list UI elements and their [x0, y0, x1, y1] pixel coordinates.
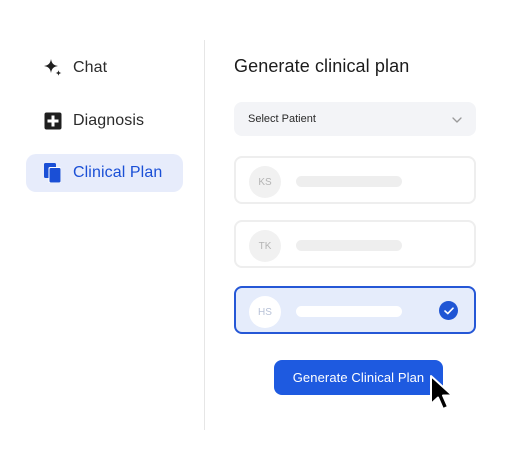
select-patient-dropdown[interactable]: Select Patient: [234, 102, 476, 136]
sidebar-item-clinical-plan[interactable]: Clinical Plan: [26, 154, 183, 192]
patient-card[interactable]: TK: [234, 220, 476, 268]
avatar: HS: [249, 296, 281, 328]
select-patient-label: Select Patient: [248, 113, 316, 125]
sidebar-divider: [204, 40, 205, 430]
chevron-down-icon: [452, 110, 462, 128]
copy-documents-icon: [42, 162, 64, 184]
sparkle-icon: [42, 57, 64, 79]
sidebar-item-label: Clinical Plan: [73, 164, 163, 181]
sidebar-item-label: Diagnosis: [73, 112, 145, 129]
avatar: TK: [249, 230, 281, 262]
sidebar-item-label: Chat: [73, 59, 108, 76]
patient-card-selected[interactable]: HS: [234, 286, 476, 334]
sidebar-item-diagnosis[interactable]: Diagnosis: [26, 102, 183, 140]
avatar: KS: [249, 166, 281, 198]
placeholder-bar: [296, 240, 402, 251]
sidebar: Chat Diagnosis Clinical Plan: [0, 0, 205, 455]
page-title: Generate clinical plan: [234, 56, 410, 76]
placeholder-bar: [296, 176, 402, 187]
check-circle-icon: [439, 301, 458, 320]
medical-plus-icon: [42, 110, 64, 132]
generate-clinical-plan-button[interactable]: Generate Clinical Plan: [274, 360, 443, 395]
sidebar-item-chat[interactable]: Chat: [26, 49, 183, 87]
placeholder-bar: [296, 306, 402, 317]
patient-card[interactable]: KS: [234, 156, 476, 204]
